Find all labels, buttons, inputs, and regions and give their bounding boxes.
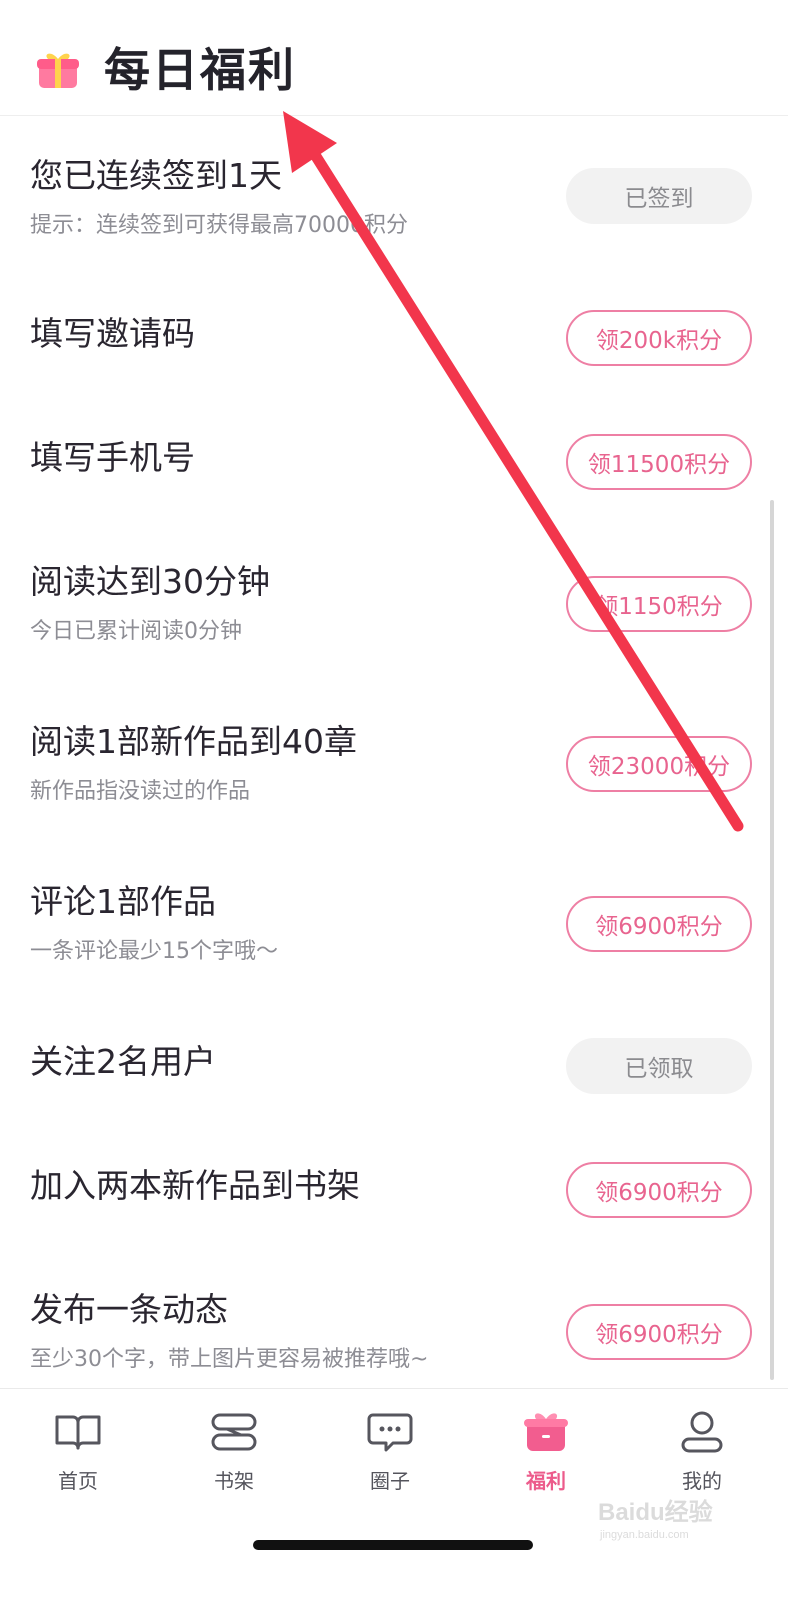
- task-row-phone-number: 填写手机号 领11500积分: [0, 424, 788, 504]
- tab-label: 圈子: [370, 1469, 410, 1493]
- tab-welfare[interactable]: 福利: [486, 1407, 606, 1497]
- task-title: 填写邀请码: [30, 314, 195, 353]
- gift-icon: [37, 53, 79, 88]
- task-title: 发布一条动态: [30, 1290, 228, 1329]
- task-row-checkin: 您已连续签到1天 提示：连续签到可获得最高70000积分 已签到: [0, 150, 788, 250]
- task-subtitle: 今日已累计阅读0分钟: [30, 619, 242, 644]
- claim-reading-reward-button[interactable]: 领1150积分: [566, 576, 752, 632]
- task-subtitle: 一条评论最少15个字哦～: [30, 939, 278, 964]
- task-row-read-new-work: 阅读1部新作品到40章 新作品指没读过的作品 领23000积分: [0, 716, 788, 816]
- task-title: 评论1部作品: [30, 882, 216, 921]
- task-title: 阅读达到30分钟: [30, 562, 270, 601]
- task-subtitle: 至少30个字，带上图片更容易被推荐哦~: [30, 1347, 429, 1372]
- user-icon: [681, 1411, 723, 1453]
- tab-community[interactable]: 圈子: [330, 1407, 450, 1497]
- page-title: 每日福利: [104, 43, 296, 97]
- task-row-post-update: 发布一条动态 至少30个字，带上图片更容易被推荐哦~ 领6900积分: [0, 1284, 788, 1384]
- tab-profile[interactable]: 我的: [642, 1407, 762, 1497]
- task-row-invite-code: 填写邀请码 领200k积分: [0, 300, 788, 380]
- tab-label: 书架: [214, 1469, 254, 1493]
- scrollbar[interactable]: [770, 500, 774, 1380]
- task-row-follow-users: 关注2名用户 已领取: [0, 1036, 788, 1116]
- task-row-add-to-shelf: 加入两本新作品到书架 领6900积分: [0, 1160, 788, 1240]
- tab-label: 我的: [682, 1469, 722, 1493]
- tab-bookshelf[interactable]: 书架: [174, 1407, 294, 1497]
- claim-comment-reward-button[interactable]: 领6900积分: [566, 896, 752, 952]
- claim-invite-reward-button[interactable]: 领200k积分: [566, 310, 752, 366]
- claim-shelf-reward-button[interactable]: 领6900积分: [566, 1162, 752, 1218]
- checked-in-button[interactable]: 已签到: [566, 168, 752, 224]
- page-header: 每日福利: [0, 0, 788, 116]
- claim-new-work-reward-button[interactable]: 领23000积分: [566, 736, 752, 792]
- claim-post-reward-button[interactable]: 领6900积分: [566, 1304, 752, 1360]
- watermark-text: Baidu经验: [598, 1498, 713, 1526]
- tab-label: 福利: [526, 1469, 566, 1493]
- watermark-logo: Baidu经验 jingyan.baidu.com: [598, 1498, 713, 1541]
- chat-bubble-icon: [367, 1413, 413, 1452]
- task-subtitle: 新作品指没读过的作品: [30, 779, 251, 804]
- task-row-comment: 评论1部作品 一条评论最少15个字哦～ 领6900积分: [0, 876, 788, 976]
- watermark-subtext: jingyan.baidu.com: [599, 1529, 689, 1541]
- task-title: 关注2名用户: [30, 1042, 216, 1081]
- claim-phone-reward-button[interactable]: 领11500积分: [566, 434, 752, 490]
- tab-home[interactable]: 首页: [18, 1407, 138, 1497]
- task-title: 加入两本新作品到书架: [30, 1166, 360, 1205]
- gift-box-icon: [524, 1413, 568, 1451]
- home-indicator[interactable]: [253, 1540, 533, 1550]
- task-row-read-30min: 阅读达到30分钟 今日已累计阅读0分钟 领1150积分: [0, 556, 788, 656]
- task-title: 填写手机号: [30, 438, 195, 477]
- bookshelf-icon: [211, 1413, 257, 1451]
- task-title: 您已连续签到1天: [30, 156, 282, 195]
- claimed-button[interactable]: 已领取: [566, 1038, 752, 1094]
- tab-label: 首页: [58, 1469, 98, 1493]
- task-subtitle: 提示：连续签到可获得最高70000积分: [30, 213, 408, 238]
- book-open-icon: [55, 1415, 101, 1450]
- task-title: 阅读1部新作品到40章: [30, 722, 357, 761]
